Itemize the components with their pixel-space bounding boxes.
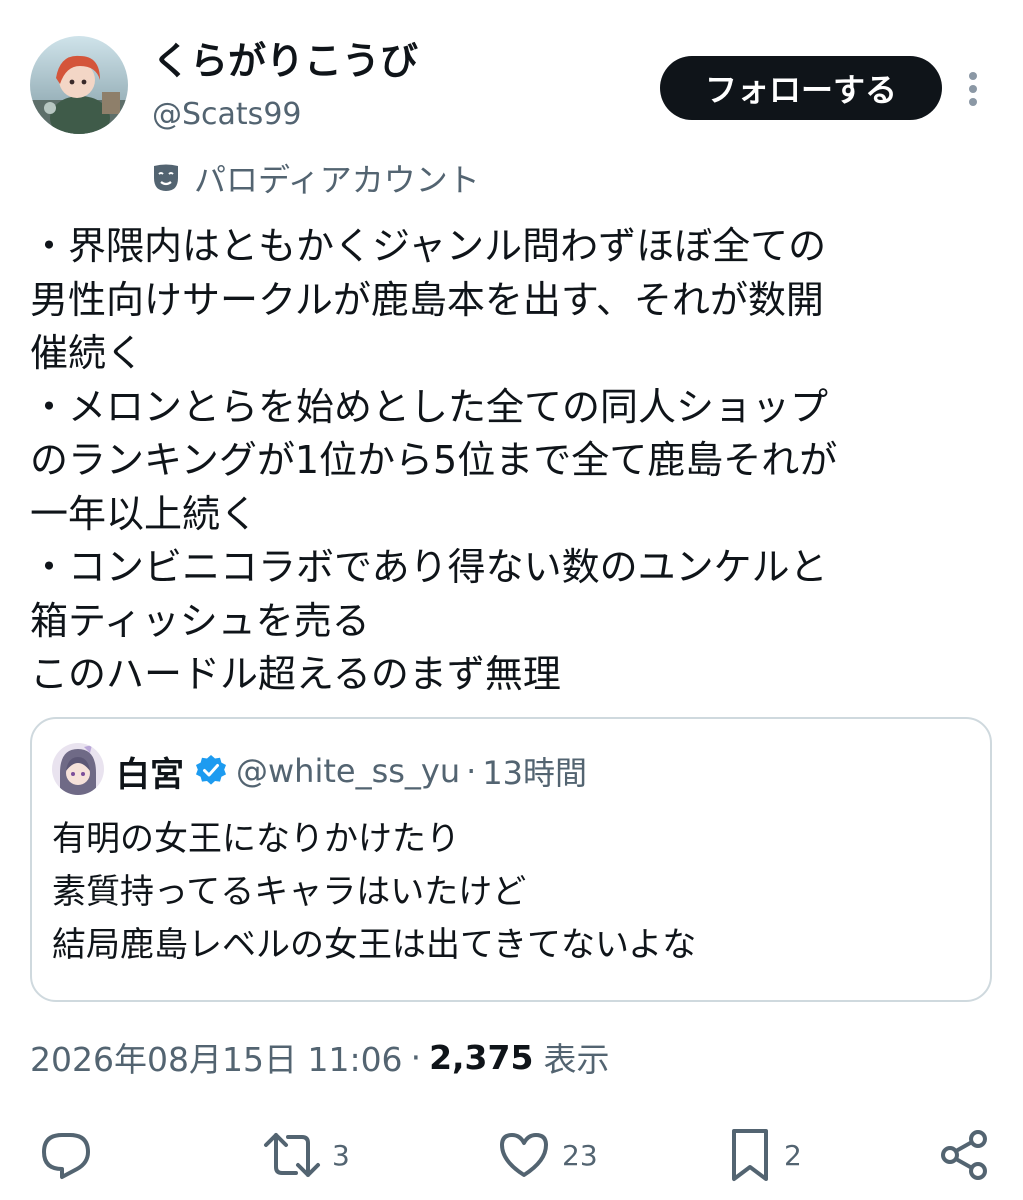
bookmark-count: 2 [784,1138,802,1172]
action-bar: 3 23 2 [0,1122,1023,1188]
author-handle[interactable]: @Scats99 [152,96,302,134]
post-line: ・メロンとらを始めとした全ての同人ショップ [30,384,829,429]
bookmark-button[interactable]: 2 [726,1122,802,1188]
views-count: 2,375 [429,1037,534,1077]
quote-author-name[interactable]: 白宮 [116,747,184,796]
post-line: のランキングが1位から5位まで全て鹿島それが [30,438,838,482]
more-vertical-icon[interactable] [958,66,988,112]
quote-line: 素質持ってるキャラはいたけど [52,872,527,912]
post-line: このハードル超えるのまず無理 [30,652,561,696]
heart-icon [496,1127,552,1183]
author-name[interactable]: くらがりこうび [152,38,418,84]
views-label: 表示 [543,1040,610,1079]
like-count: 23 [562,1138,598,1172]
post-line: ・界隈内はともかくジャンル問わずほぼ全ての [30,224,827,268]
verified-badge-icon [194,754,228,788]
retweet-button[interactable]: 3 [262,1122,350,1188]
quoted-tweet[interactable]: 白宮 @white_ss_yu · 13時間 有明の女王になりかけたり 素質持っ… [30,717,992,1002]
post-meta: 2026年08月15日 11:06 · 2,375 表示 [30,1034,609,1080]
post-line: 男性向けサークルが鹿島本を出す、それが数開 [30,277,824,322]
quote-header: 白宮 @white_ss_yu · 13時間 [116,747,587,796]
quote-avatar[interactable] [52,743,104,795]
post-line: 一年以上続く [30,491,259,536]
quote-line: 結局鹿島レベルの女王は出てきてないよな [52,925,697,965]
meta-separator: · [410,1037,422,1077]
reply-button[interactable] [38,1122,94,1188]
follow-button[interactable]: フォローする [660,56,942,120]
parody-label: パロディアカウント [152,156,480,200]
post-text: ・界隈内はともかくジャンル問わずほぼ全ての 男性向けサークルが鹿島本を出す、それ… [30,220,990,702]
parody-label-text: パロディアカウント [194,161,480,199]
post-line: 催続く [30,331,145,375]
post-line: ・コンビニコラボであり得ない数のユンケルと [30,545,828,589]
quote-timestamp[interactable]: 13時間 [482,748,587,794]
retweet-icon [262,1127,322,1183]
quote-text: 有明の女王になりかけたり 素質持ってるキャラはいたけど 結局鹿島レベルの女王は出… [52,813,696,972]
bookmark-icon [726,1125,774,1185]
share-button[interactable] [936,1122,992,1188]
quote-line: 有明の女王になりかけたり [52,819,460,859]
retweet-count: 3 [332,1138,350,1172]
like-button[interactable]: 23 [496,1122,598,1188]
theater-mask-icon [152,163,180,193]
author-avatar[interactable] [30,36,128,134]
quote-separator: · [466,752,477,790]
post-timestamp[interactable]: 2026年08月15日 11:06 [30,1033,403,1081]
post-line: 箱ティッシュを売る [30,598,370,643]
tweet: くらがりこうび @Scats99 フォローする パロディアカウント ・界隈内はと… [0,0,1023,1200]
quote-author-handle[interactable]: @white_ss_yu [236,752,460,790]
share-icon [936,1127,992,1183]
reply-icon [38,1127,94,1183]
